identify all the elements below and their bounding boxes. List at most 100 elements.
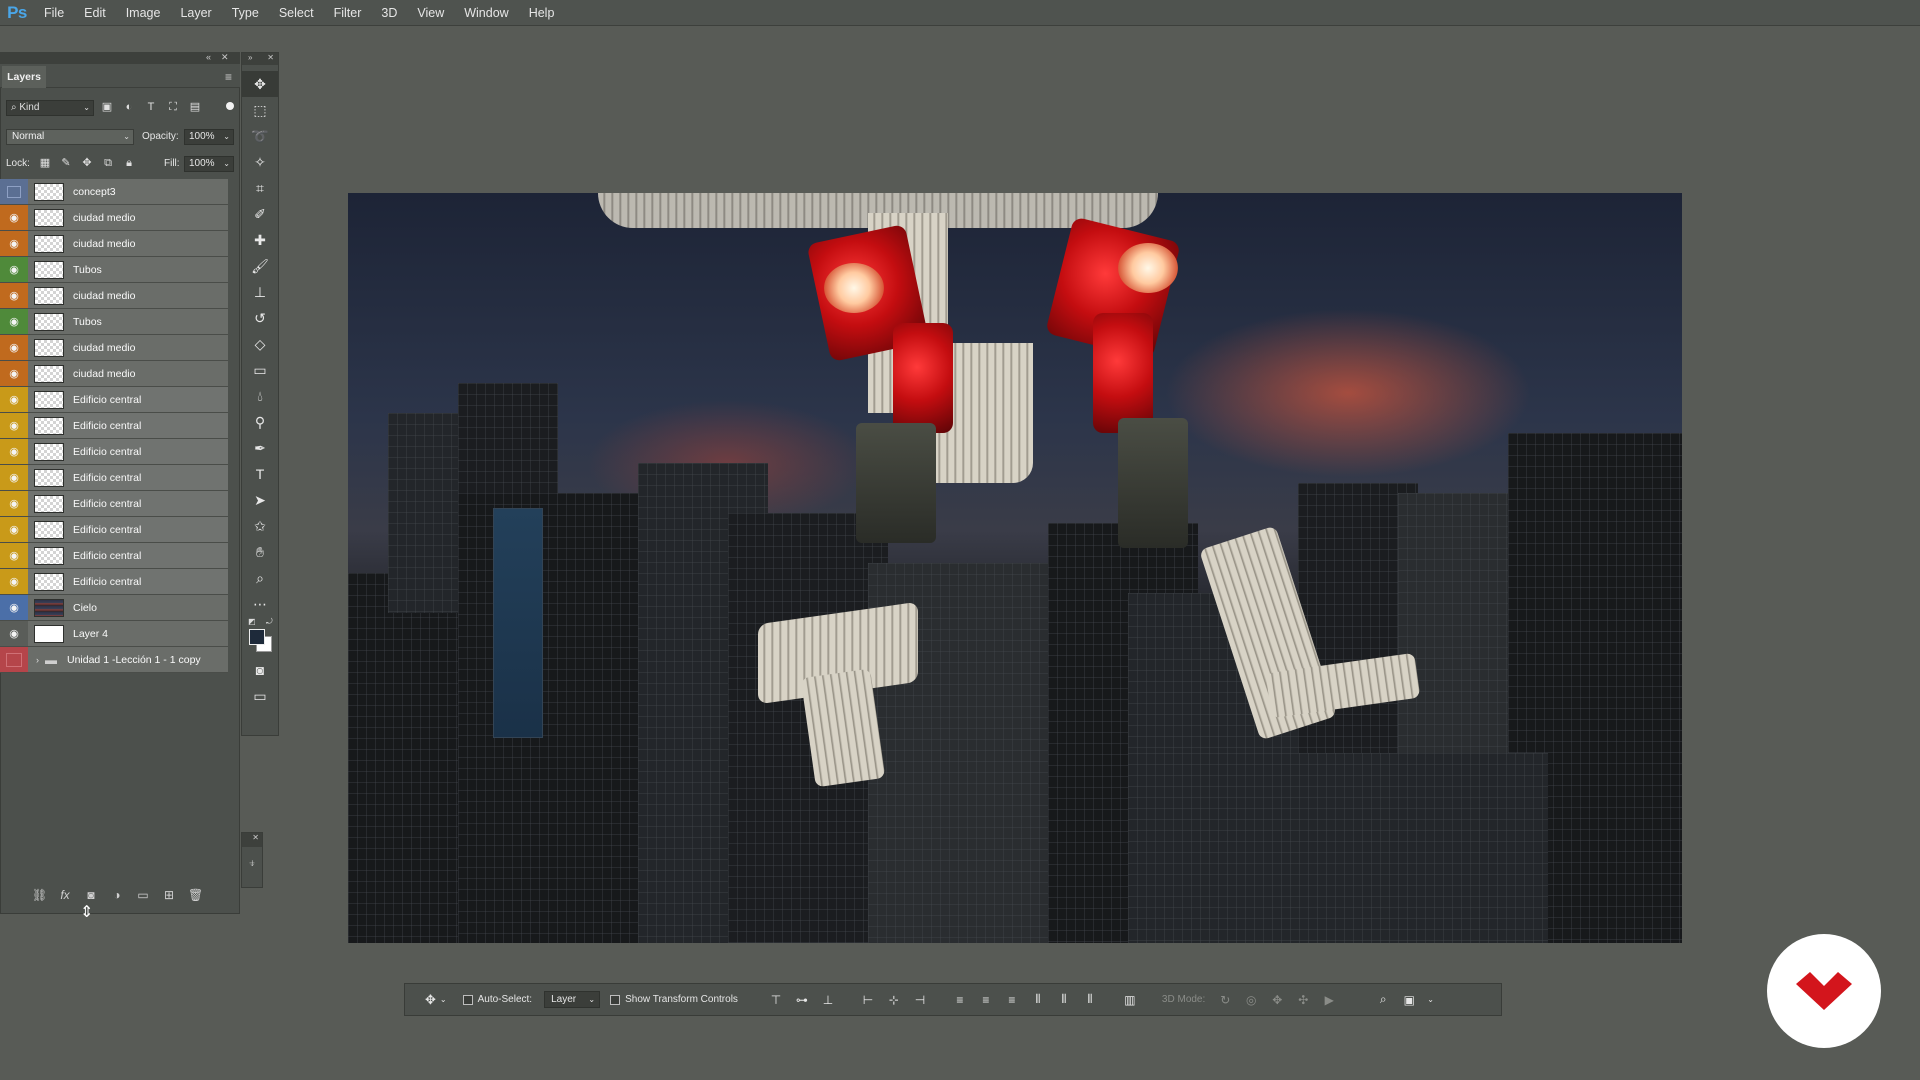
blend-mode-select[interactable]: Normal ⌄	[6, 129, 134, 145]
expand-icon[interactable]: »	[248, 53, 252, 62]
visibility-eye-icon[interactable]	[0, 647, 28, 672]
lasso-tool-icon[interactable]: ➰	[242, 123, 278, 149]
filter-kind-select[interactable]: ⌕ Kind ⌄	[6, 100, 94, 116]
chevron-down-icon[interactable]: ⌄	[1427, 995, 1434, 1004]
magic-wand-tool-icon[interactable]: ✧	[242, 149, 278, 175]
eraser-tool-icon[interactable]: ◇	[242, 331, 278, 357]
menu-type[interactable]: Type	[222, 0, 269, 26]
filter-toggle[interactable]	[226, 102, 234, 110]
lock-artboard-icon[interactable]: ⧉	[101, 156, 115, 170]
layer-row[interactable]: concept3	[0, 179, 228, 205]
menu-window[interactable]: Window	[454, 0, 518, 26]
3d-rotate-icon[interactable]: ↻	[1217, 993, 1233, 1007]
visibility-eye-icon[interactable]: ◉	[0, 439, 28, 464]
layer-row[interactable]: ◉ Edificio central	[0, 517, 228, 543]
more-tools-icon[interactable]: ⋯	[242, 591, 278, 617]
layer-row[interactable]: ◉ ciudad medio	[0, 205, 228, 231]
layer-row[interactable]: ◉ ciudad medio	[0, 283, 228, 309]
foreground-color-swatch[interactable]	[249, 629, 265, 645]
visibility-eye-icon[interactable]: ◉	[0, 309, 28, 334]
fx-icon[interactable]: fx	[58, 888, 72, 902]
layer-row[interactable]: ◉ Edificio central	[0, 465, 228, 491]
visibility-eye-icon[interactable]: ◉	[0, 387, 28, 412]
close-icon[interactable]: ✕	[267, 53, 274, 62]
distribute-left-icon[interactable]: ⦀	[1030, 992, 1046, 1007]
brush-tool-icon[interactable]: 🖌︎	[242, 253, 278, 279]
workspace-icon[interactable]: ▣	[1401, 993, 1417, 1007]
distribute-right-icon[interactable]: ⦀	[1082, 992, 1098, 1007]
distribute-vertical-center-icon[interactable]: ≡	[978, 993, 994, 1007]
menu-filter[interactable]: Filter	[324, 0, 372, 26]
healing-brush-tool-icon[interactable]: ✚	[242, 227, 278, 253]
lock-pixels-icon[interactable]: ✎	[59, 156, 73, 170]
align-top-icon[interactable]: ⊤	[768, 993, 784, 1007]
layer-row[interactable]: ◉ Edificio central	[0, 569, 228, 595]
adjustment-filter-icon[interactable]: ◐	[122, 100, 136, 114]
menu-3d[interactable]: 3D	[371, 0, 407, 26]
eyedropper-tool-icon[interactable]: ✐	[242, 201, 278, 227]
menu-view[interactable]: View	[407, 0, 454, 26]
link-layers-icon[interactable]: ⛓	[32, 888, 47, 902]
distribute-bottom-icon[interactable]: ≡	[1004, 993, 1020, 1007]
visibility-eye-icon[interactable]	[0, 179, 28, 204]
visibility-eye-icon[interactable]: ◉	[0, 205, 28, 230]
layer-row[interactable]: ◉ Edificio central	[0, 543, 228, 569]
layer-group-row[interactable]: › ▬ Unidad 1 -Lección 1 - 1 copy	[0, 647, 228, 673]
layer-row[interactable]: ◉ ciudad medio	[0, 231, 228, 257]
default-colors-icon[interactable]: ◩	[248, 617, 256, 626]
screen-mode-icon[interactable]: ▭	[242, 683, 278, 709]
3d-slide-icon[interactable]: ✣	[1295, 993, 1311, 1007]
move-tool-icon[interactable]: ✥	[242, 71, 278, 97]
blur-tool-icon[interactable]: 💧︎	[242, 383, 278, 409]
visibility-eye-icon[interactable]: ◉	[0, 361, 28, 386]
gradient-tool-icon[interactable]: ▭	[242, 357, 278, 383]
swap-colors-icon[interactable]: ⤾	[266, 617, 273, 627]
visibility-eye-icon[interactable]: ◉	[0, 335, 28, 360]
clone-stamp-tool-icon[interactable]: ⊥	[242, 279, 278, 305]
new-layer-icon[interactable]: ⊞	[162, 888, 176, 902]
lock-position-icon[interactable]: ✥	[80, 156, 94, 170]
distribute-horizontal-center-icon[interactable]: ⦀	[1056, 992, 1072, 1007]
collapse-icon[interactable]: «	[206, 52, 211, 63]
layer-row[interactable]: ◉ Tubos	[0, 257, 228, 283]
quick-mask-icon[interactable]: ◙	[242, 657, 278, 683]
chevron-down-icon[interactable]: ⌄	[440, 995, 447, 1004]
menu-edit[interactable]: Edit	[74, 0, 116, 26]
pen-tool-icon[interactable]: ✒	[242, 435, 278, 461]
menu-file[interactable]: File	[34, 0, 74, 26]
visibility-eye-icon[interactable]: ◉	[0, 517, 28, 542]
visibility-eye-icon[interactable]: ◉	[0, 595, 28, 620]
menu-select[interactable]: Select	[269, 0, 324, 26]
auto-select-target-select[interactable]: Layer ⌄	[544, 991, 601, 1008]
align-vertical-center-icon[interactable]: ⊶	[794, 993, 810, 1007]
tab-layers[interactable]: Layers	[2, 66, 46, 88]
fill-input[interactable]: 100% ⌄	[184, 156, 234, 172]
marquee-tool-icon[interactable]: ⬚	[242, 97, 278, 123]
visibility-eye-icon[interactable]: ◉	[0, 569, 28, 594]
image-filter-icon[interactable]: ▣	[100, 100, 114, 114]
lock-all-icon[interactable]: 🔒︎	[122, 156, 136, 170]
adjustment-layer-icon[interactable]: ◑	[110, 888, 124, 902]
opacity-input[interactable]: 100% ⌄	[184, 129, 234, 145]
align-right-icon[interactable]: ⊣	[912, 993, 928, 1007]
crop-tool-icon[interactable]: ⌗	[242, 175, 278, 201]
3d-drag-icon[interactable]: ✥	[1269, 993, 1285, 1007]
align-horizontal-center-icon[interactable]: ⊹	[886, 993, 902, 1007]
close-icon[interactable]: ✕	[221, 52, 229, 63]
distribute-top-icon[interactable]: ≡	[952, 993, 968, 1007]
lock-transparency-icon[interactable]: ▦	[38, 156, 52, 170]
auto-select-checkbox[interactable]	[462, 994, 473, 1005]
path-selection-tool-icon[interactable]: ➤	[242, 487, 278, 513]
show-transform-checkbox[interactable]	[610, 994, 621, 1005]
layer-row[interactable]: ◉ ciudad medio	[0, 361, 228, 387]
layer-row[interactable]: ◉ Layer 4	[0, 621, 228, 647]
zoom-tool-icon[interactable]: ⌕	[242, 565, 278, 591]
add-mask-icon[interactable]: ◙	[84, 888, 98, 902]
delete-layer-icon[interactable]: 🗑︎	[188, 888, 203, 902]
hand-tool-icon[interactable]: ✋︎	[242, 539, 278, 565]
visibility-eye-icon[interactable]: ◉	[0, 283, 28, 308]
align-left-icon[interactable]: ⊢	[860, 993, 876, 1007]
visibility-eye-icon[interactable]: ◉	[0, 621, 28, 646]
align-bottom-icon[interactable]: ⊥	[820, 993, 836, 1007]
type-tool-icon[interactable]: T	[242, 461, 278, 487]
